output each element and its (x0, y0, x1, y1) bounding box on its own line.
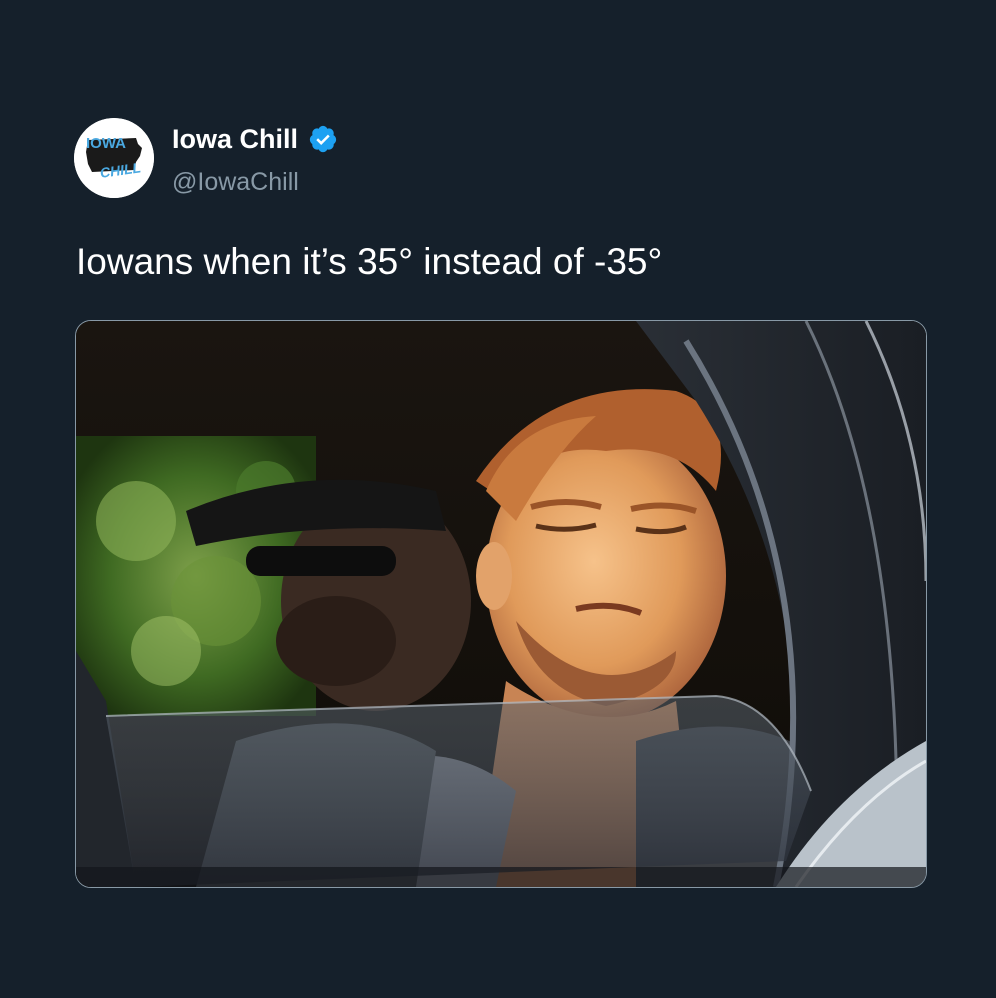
svg-text:IOWA: IOWA (86, 135, 126, 152)
verified-badge-icon (308, 124, 338, 154)
display-name-label[interactable]: Iowa Chill (172, 124, 298, 154)
tweet-card: IOWA CHILL Iowa Chill @IowaChill Iowans … (0, 0, 996, 998)
photo-man-in-car-window-icon (76, 321, 926, 887)
user-handle[interactable]: @IowaChill (172, 167, 299, 197)
tweet-text: Iowans when it’s 35° instead of -35° (76, 241, 663, 282)
tweet-photo[interactable] (75, 320, 927, 888)
avatar[interactable]: IOWA CHILL (74, 118, 154, 198)
display-name[interactable]: Iowa Chill (172, 124, 338, 154)
iowa-chill-logo-icon: IOWA CHILL (74, 118, 154, 198)
